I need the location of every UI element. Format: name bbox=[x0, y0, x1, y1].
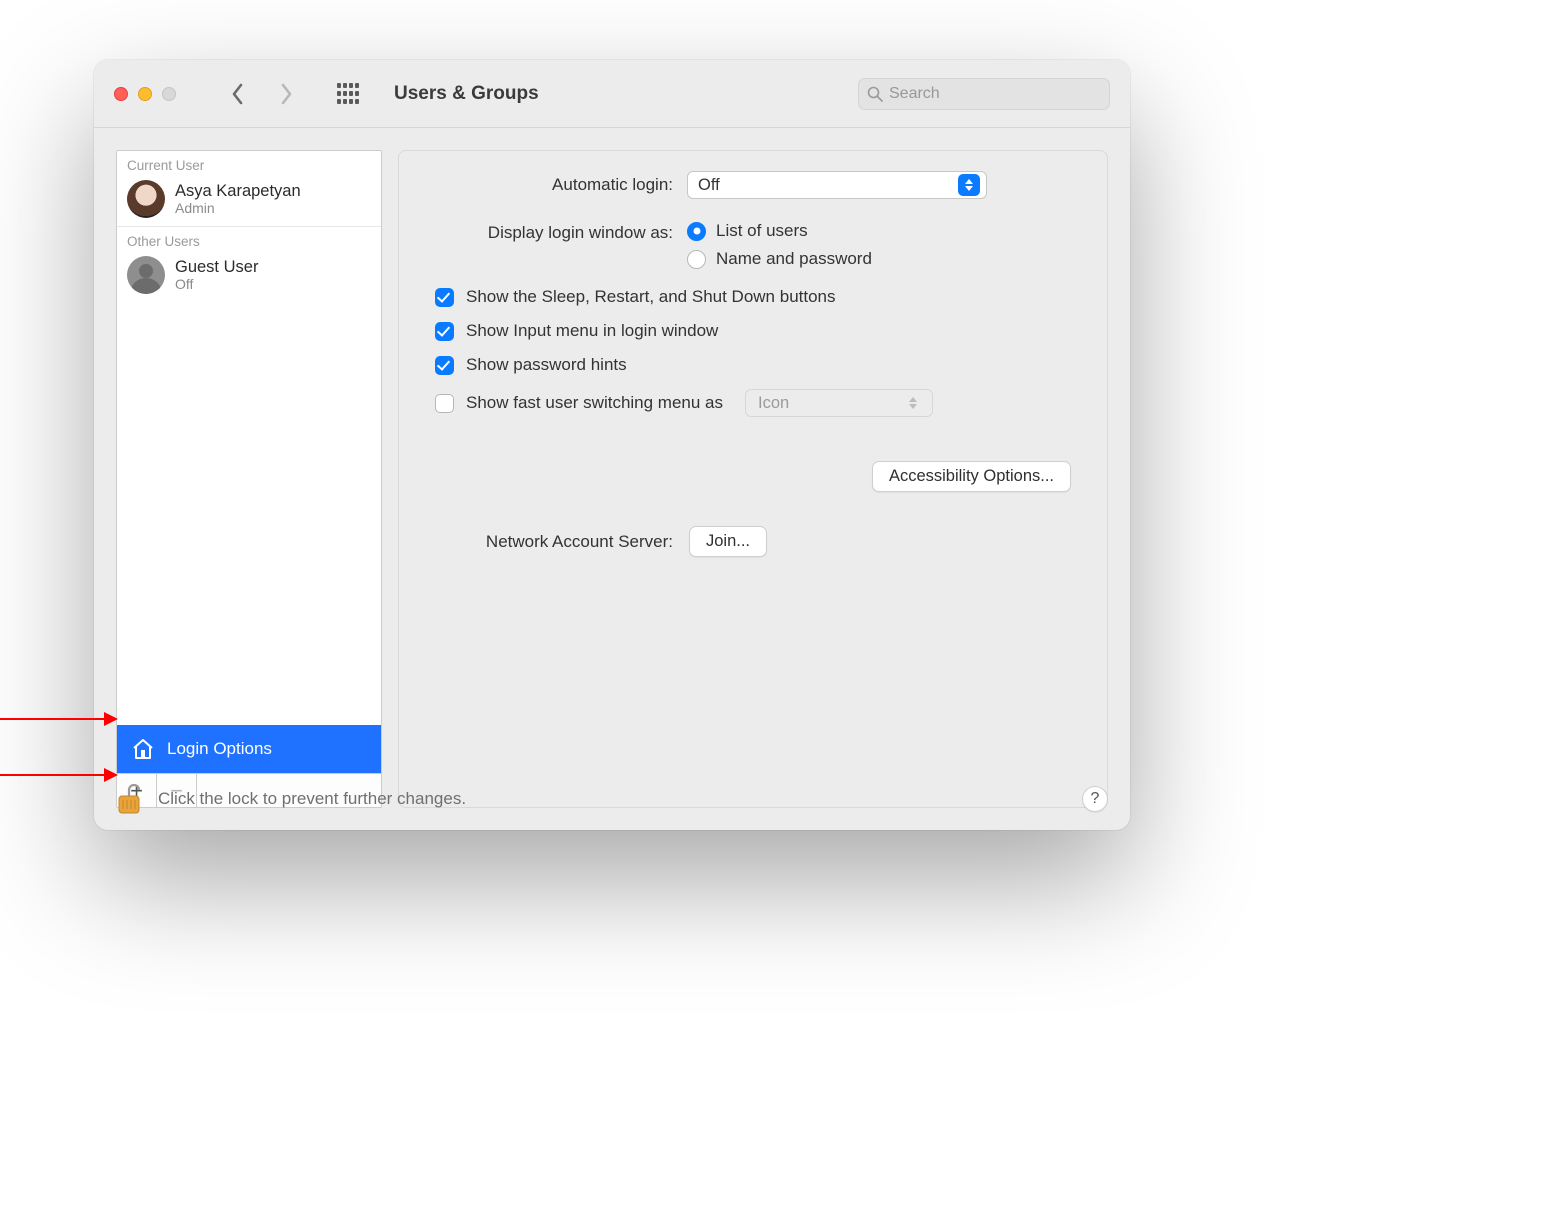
network-account-label: Network Account Server: bbox=[435, 532, 673, 552]
help-button[interactable]: ? bbox=[1082, 786, 1108, 812]
other-users-header: Other Users bbox=[117, 227, 381, 252]
radio-label: List of users bbox=[716, 221, 808, 241]
radio-list-of-users[interactable]: List of users bbox=[687, 221, 872, 241]
select-stepper-icon bbox=[958, 174, 980, 196]
fast-switch-value: Icon bbox=[758, 394, 789, 413]
unlock-icon bbox=[116, 782, 144, 816]
lock-text: Click the lock to prevent further change… bbox=[158, 789, 466, 809]
login-options-row[interactable]: Login Options bbox=[117, 725, 381, 773]
check-password-hints[interactable]: Show password hints bbox=[435, 355, 1071, 375]
user-role: Admin bbox=[175, 200, 301, 216]
search-input[interactable] bbox=[889, 85, 1101, 103]
current-user-row[interactable]: Asya Karapetyan Admin bbox=[117, 176, 381, 227]
auto-login-label: Automatic login: bbox=[435, 175, 673, 195]
back-button[interactable] bbox=[218, 76, 258, 112]
forward-button bbox=[266, 76, 306, 112]
house-icon bbox=[131, 737, 155, 761]
window-controls bbox=[114, 87, 176, 101]
login-options-label: Login Options bbox=[167, 739, 272, 759]
check-input-menu[interactable]: Show Input menu in login window bbox=[435, 321, 1071, 341]
checkbox-icon bbox=[435, 356, 454, 375]
users-sidebar: Current User Asya Karapetyan Admin Other… bbox=[116, 150, 382, 808]
search-icon bbox=[867, 86, 883, 102]
avatar bbox=[127, 180, 165, 218]
checkbox-icon bbox=[435, 288, 454, 307]
nav-buttons bbox=[218, 76, 306, 112]
checkbox-icon bbox=[435, 394, 454, 413]
user-status: Off bbox=[175, 276, 258, 292]
checkbox-icon bbox=[435, 322, 454, 341]
lock-bar: Click the lock to prevent further change… bbox=[116, 782, 1108, 816]
display-login-label: Display login window as: bbox=[435, 221, 673, 243]
annotation-arrow-lock bbox=[0, 774, 116, 776]
join-button[interactable]: Join... bbox=[689, 526, 767, 557]
content-area: Current User Asya Karapetyan Admin Other… bbox=[94, 128, 1130, 830]
annotation-arrow-add-user bbox=[0, 718, 116, 720]
radio-icon bbox=[687, 222, 706, 241]
login-options-panel: Automatic login: Off Display login windo… bbox=[398, 150, 1108, 808]
user-name: Asya Karapetyan bbox=[175, 182, 301, 200]
check-label: Show the Sleep, Restart, and Shut Down b… bbox=[466, 287, 836, 307]
show-all-button[interactable] bbox=[334, 80, 362, 108]
minimize-button[interactable] bbox=[138, 87, 152, 101]
avatar bbox=[127, 256, 165, 294]
zoom-button bbox=[162, 87, 176, 101]
user-name: Guest User bbox=[175, 258, 258, 276]
search-field[interactable] bbox=[858, 78, 1110, 110]
preferences-window: Users & Groups Current User Asya Karapet… bbox=[94, 60, 1130, 830]
check-fast-user-switching[interactable]: Show fast user switching menu as Icon bbox=[435, 389, 1071, 417]
current-user-header: Current User bbox=[117, 151, 381, 176]
radio-name-password[interactable]: Name and password bbox=[687, 249, 872, 269]
close-button[interactable] bbox=[114, 87, 128, 101]
radio-label: Name and password bbox=[716, 249, 872, 269]
check-label: Show password hints bbox=[466, 355, 627, 375]
grid-icon bbox=[337, 83, 359, 105]
check-label: Show Input menu in login window bbox=[466, 321, 718, 341]
select-stepper-icon bbox=[902, 392, 924, 414]
fast-switch-select: Icon bbox=[745, 389, 933, 417]
auto-login-select[interactable]: Off bbox=[687, 171, 987, 199]
auto-login-value: Off bbox=[698, 176, 720, 195]
radio-icon bbox=[687, 250, 706, 269]
sidebar-spacer bbox=[117, 302, 381, 725]
titlebar: Users & Groups bbox=[94, 60, 1130, 128]
lock-button[interactable] bbox=[116, 782, 144, 816]
check-label: Show fast user switching menu as bbox=[466, 393, 723, 413]
other-user-row[interactable]: Guest User Off bbox=[117, 252, 381, 302]
page-title: Users & Groups bbox=[394, 83, 539, 105]
check-sleep-restart-shutdown[interactable]: Show the Sleep, Restart, and Shut Down b… bbox=[435, 287, 1071, 307]
accessibility-options-button[interactable]: Accessibility Options... bbox=[872, 461, 1071, 492]
